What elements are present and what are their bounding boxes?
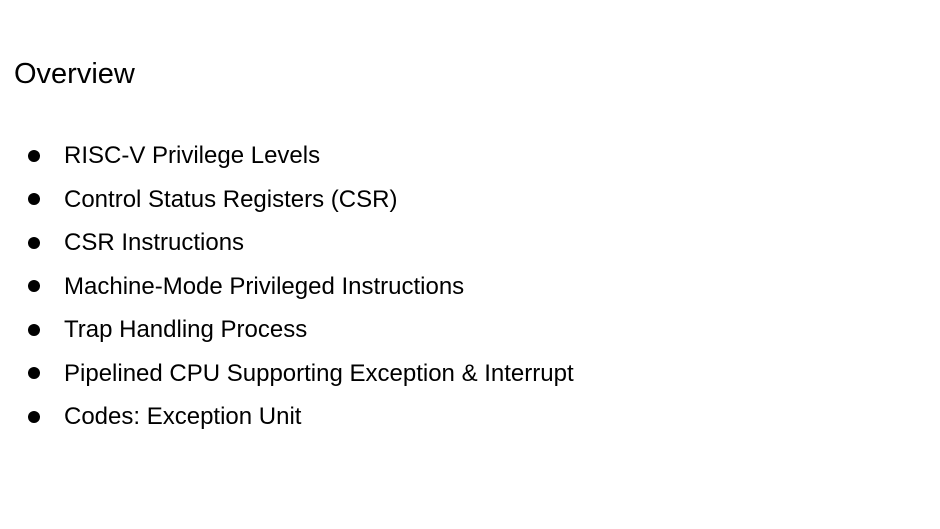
bullet-icon: [28, 367, 40, 380]
slide-title: Overview: [14, 58, 135, 90]
bullet-text: Control Status Registers (CSR): [64, 185, 398, 213]
bullet-text: Pipelined CPU Supporting Exception & Int…: [64, 359, 574, 387]
bullet-text: Codes: Exception Unit: [64, 403, 302, 430]
bullet-text: RISC-V Privilege Levels: [64, 142, 321, 169]
bullet-icon: [28, 323, 40, 336]
bullet-icon: [28, 236, 40, 249]
bullet-text: CSR Instructions: [64, 229, 245, 256]
slide: Overview RISC-V Privilege Levels Control…: [0, 0, 940, 529]
bullet-text: Machine-Mode Privileged Instructions: [64, 272, 465, 300]
bullet-text: Trap Handling Process: [64, 316, 308, 343]
bullet-icon: [28, 280, 40, 293]
bullet-icon: [28, 193, 40, 206]
bullet-icon: [28, 410, 40, 423]
bullet-icon: [28, 149, 40, 162]
